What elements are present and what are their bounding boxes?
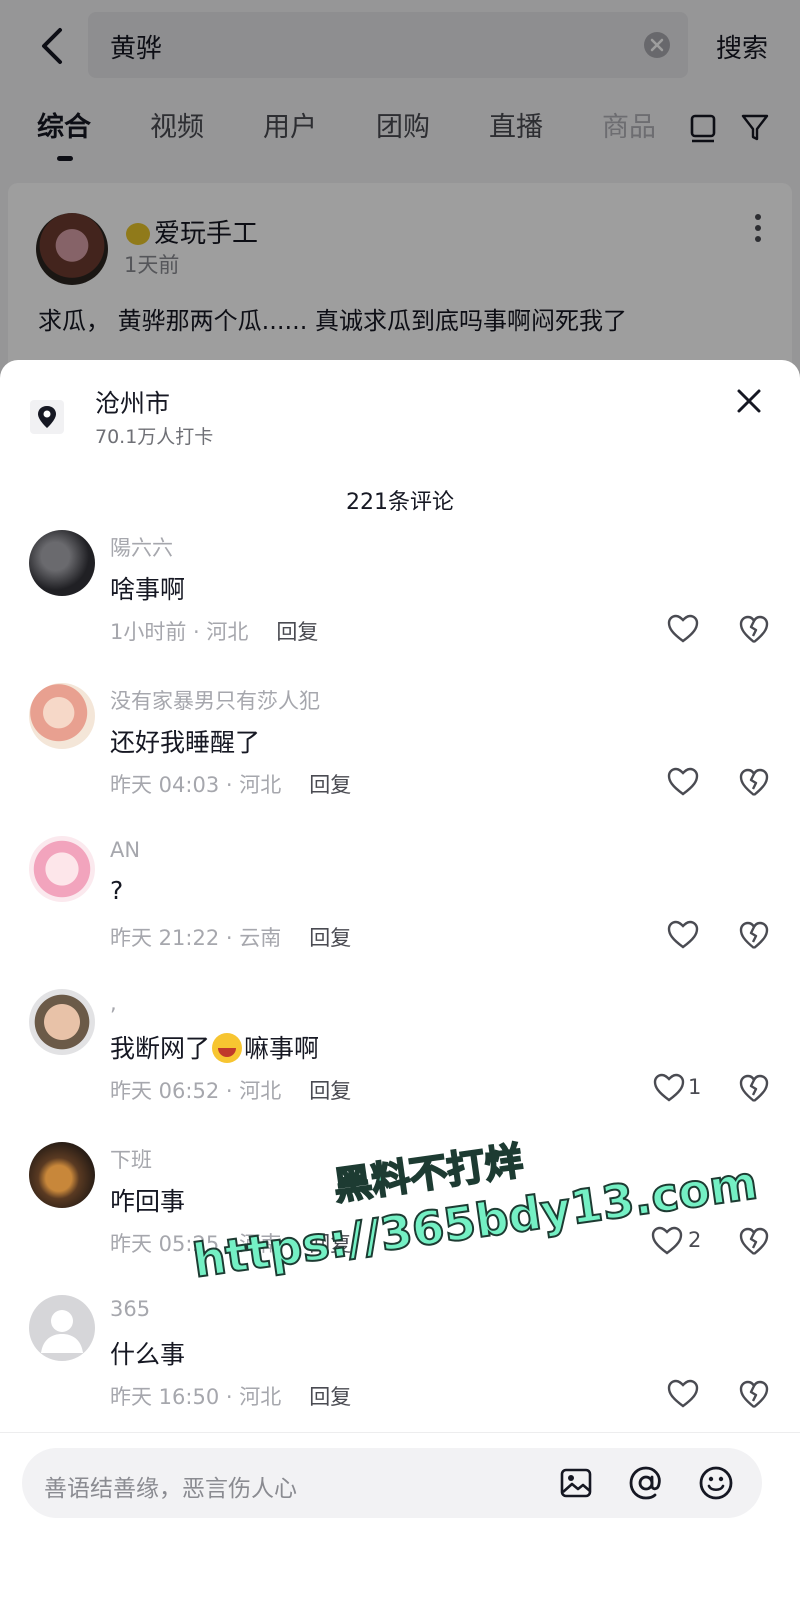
comment-text: ? <box>110 876 124 905</box>
comment-item: AN ? 昨天 21:22 · 云南 回复 <box>0 836 800 986</box>
image-icon[interactable] <box>558 1465 594 1501</box>
like-heart-icon[interactable] <box>666 920 700 950</box>
comment-meta: 昨天 21:22 · 云南 回复 <box>110 922 351 952</box>
comment-meta: 1小时前 · 河北 回复 <box>110 616 318 646</box>
comment-time-location: 昨天 16:50 · 河北 <box>110 1385 282 1409</box>
comment-time-location: 昨天 06:52 · 河北 <box>110 1079 282 1103</box>
comment-text: 咋回事 <box>110 1187 186 1216</box>
dislike-broken-heart-icon[interactable] <box>738 1226 770 1258</box>
reply-button[interactable]: 回复 <box>309 926 351 950</box>
comment-username[interactable]: 365 <box>110 1297 150 1321</box>
comment-username[interactable]: , <box>110 991 117 1015</box>
emoji-icon[interactable] <box>698 1465 734 1501</box>
comment-count: 221条评论 <box>346 490 454 515</box>
default-avatar-icon <box>41 1310 83 1353</box>
comment-item: 没有家暴男只有莎人犯 还好我睡醒了 昨天 04:03 · 河北 回复 <box>0 683 800 833</box>
comment-username[interactable]: 没有家暴男只有莎人犯 <box>110 685 320 715</box>
comment-sheet: 沧州市 70.1万人打卡 221条评论 陽六六 啥事啊 1小时前 · 河北 回复 … <box>0 360 800 1605</box>
comment-meta: 昨天 04:03 · 河北 回复 <box>110 769 351 799</box>
comment-meta: 昨天 16:50 · 河北 回复 <box>110 1381 351 1411</box>
dim-overlay[interactable] <box>0 0 800 380</box>
avatar[interactable] <box>29 1295 95 1361</box>
avatar[interactable] <box>29 989 95 1055</box>
background-page: 黄骅 搜索 综合 视频 用户 团购 直播 商品 爱玩手工 1天前 求瓜， 黄骅那… <box>0 0 800 383</box>
reply-button[interactable]: 回复 <box>276 620 318 644</box>
dislike-broken-heart-icon[interactable] <box>738 614 770 646</box>
like-heart-icon[interactable] <box>652 1073 686 1103</box>
comment-item: 下班 咋回事 昨天 05:25 · 河南 回复 2 <box>0 1142 800 1292</box>
location-checkins: 70.1万人打卡 <box>95 426 214 448</box>
comment-text: 还好我睡醒了 <box>110 728 261 757</box>
comment-meta: 昨天 05:25 · 河南 回复 <box>110 1228 351 1258</box>
comment-text-part: 我断网了 <box>110 1034 211 1063</box>
comment-text-part: 嘛事啊 <box>244 1034 320 1063</box>
comment-username[interactable]: AN <box>110 838 140 862</box>
reply-button[interactable]: 回复 <box>309 773 351 797</box>
comment-time-location: 昨天 21:22 · 云南 <box>110 926 282 950</box>
dislike-broken-heart-icon[interactable] <box>738 1073 770 1105</box>
crying-laughing-emoji-icon <box>212 1033 243 1063</box>
comment-text: 什么事 <box>110 1340 186 1369</box>
like-count: 2 <box>688 1228 702 1252</box>
avatar[interactable] <box>29 683 95 749</box>
avatar[interactable] <box>29 530 95 596</box>
avatar[interactable] <box>29 836 95 902</box>
comment-text: 啥事啊 <box>110 575 186 604</box>
dislike-broken-heart-icon[interactable] <box>738 767 770 799</box>
avatar[interactable] <box>29 1142 95 1208</box>
reply-button[interactable]: 回复 <box>309 1385 351 1409</box>
close-icon[interactable] <box>733 385 765 417</box>
divider <box>0 1432 800 1433</box>
dislike-broken-heart-icon[interactable] <box>738 1379 770 1411</box>
comment-text: 我断网了 嘛事啊 <box>110 1029 319 1065</box>
comment-item: 陽六六 啥事啊 1小时前 · 河北 回复 <box>0 530 800 680</box>
comment-username[interactable]: 下班 <box>110 1144 152 1174</box>
reply-button[interactable]: 回复 <box>309 1079 351 1103</box>
location-pin-icon <box>30 400 64 434</box>
comment-input[interactable]: 善语结善缘，恶言伤人心 <box>22 1448 762 1518</box>
reply-button[interactable]: 回复 <box>309 1232 351 1256</box>
comment-item: 365 什么事 昨天 16:50 · 河北 回复 <box>0 1295 800 1445</box>
comment-time-location: 昨天 04:03 · 河北 <box>110 773 282 797</box>
comment-username[interactable]: 陽六六 <box>110 532 173 562</box>
comment-input-placeholder: 善语结善缘，恶言伤人心 <box>44 1476 297 1502</box>
mention-at-icon[interactable] <box>628 1465 664 1501</box>
comment-meta: 昨天 06:52 · 河北 回复 <box>110 1075 351 1105</box>
like-heart-icon[interactable] <box>666 767 700 797</box>
dislike-broken-heart-icon[interactable] <box>738 920 770 952</box>
comment-time-location: 昨天 05:25 · 河南 <box>110 1232 282 1256</box>
comment-item: , 我断网了 嘛事啊 昨天 06:52 · 河北 回复 1 <box>0 989 800 1139</box>
like-heart-icon[interactable] <box>650 1226 684 1256</box>
like-heart-icon[interactable] <box>666 1379 700 1409</box>
like-heart-icon[interactable] <box>666 614 700 644</box>
location-name[interactable]: 沧州市 <box>95 384 170 420</box>
like-count: 1 <box>688 1075 702 1099</box>
comment-time-location: 1小时前 · 河北 <box>110 620 249 644</box>
